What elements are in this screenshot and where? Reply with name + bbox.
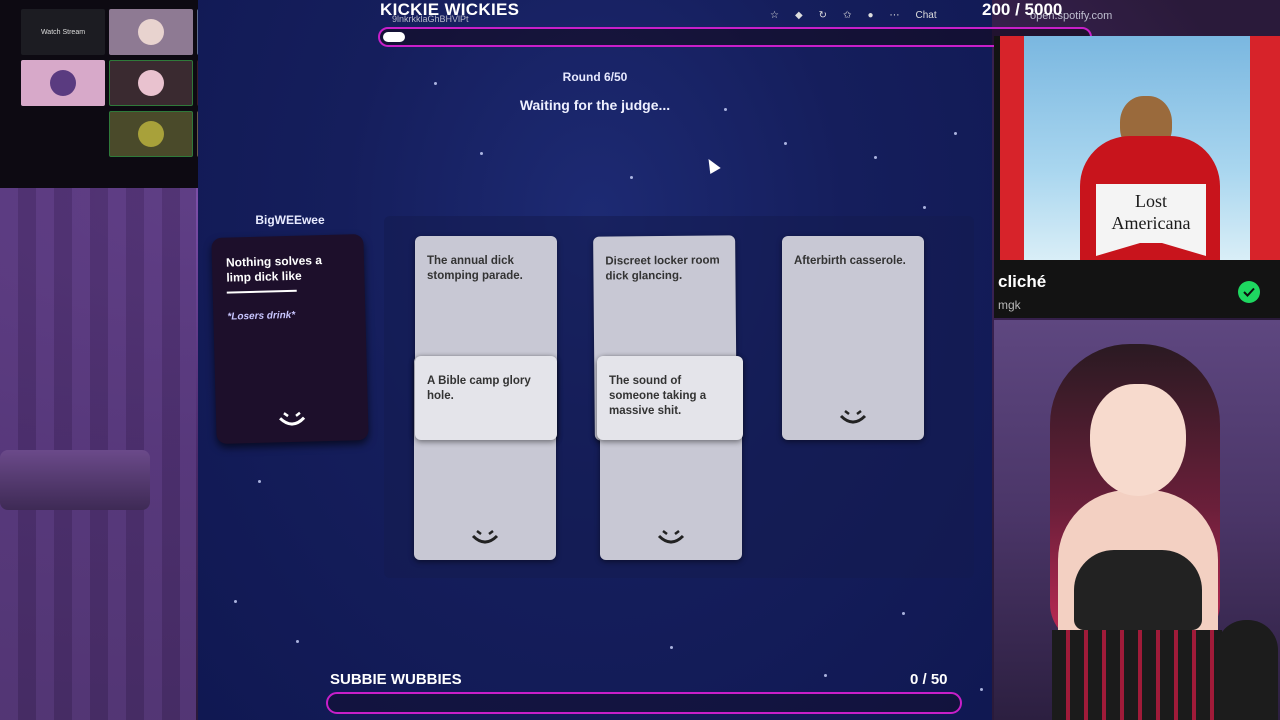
sub-goal-count: 0 / 50 — [910, 671, 948, 688]
avatar — [138, 70, 164, 96]
menu-icon[interactable]: ⋯ — [890, 10, 900, 21]
watch-stream-tile[interactable]: Watch Stream — [21, 9, 105, 55]
table-decoration — [0, 450, 150, 510]
webcam-tile — [109, 9, 193, 55]
answer-card[interactable]: Afterbirth casserole. — [782, 236, 924, 440]
prompt-card: Nothing solves a limp dick like *Losers … — [211, 234, 369, 444]
goal-progress-fill — [383, 32, 405, 42]
album-art: Lost Americana — [1000, 36, 1280, 260]
vtuber-avatar — [994, 320, 1280, 720]
prompt-rule: *Losers drink* — [227, 309, 296, 323]
extension-icon[interactable]: ◆ — [795, 10, 803, 21]
sub-goal-progress-bar — [326, 692, 962, 714]
goal-subtitle: 9lnkrkklaGhBHVlPt — [392, 14, 469, 24]
sub-goal-title: SUBBIE WUBBIES — [330, 671, 462, 688]
smile-logo-icon — [276, 410, 308, 429]
check-icon — [1238, 281, 1260, 303]
webcam-tile — [109, 60, 193, 106]
avatar — [138, 19, 164, 45]
round-counter: Round 6/50 — [562, 70, 628, 84]
refresh-icon[interactable]: ↻ — [819, 10, 827, 21]
vtuber-face — [1090, 384, 1186, 496]
answer-card[interactable]: A Bible camp glory hole. — [415, 356, 557, 440]
bookmark-icon[interactable]: ✩ — [843, 10, 851, 21]
smile-logo-icon — [469, 528, 501, 546]
avatar — [138, 121, 164, 147]
status-message: Waiting for the judge... — [519, 97, 671, 113]
chat-label[interactable]: Chat — [916, 10, 937, 21]
track-title: cliché — [998, 272, 1047, 291]
vtuber-outfit — [1074, 550, 1202, 630]
follower-goal-count: 200 / 5000 — [982, 0, 1063, 19]
answer-text: Discreet locker room dick glancing. — [605, 254, 720, 283]
vtuber-skirt — [1052, 630, 1222, 720]
answer-text: The annual dick stomping parade. — [427, 255, 523, 282]
smile-logo-icon — [655, 528, 687, 546]
answer-text: Afterbirth casserole. — [794, 255, 906, 267]
avatar — [50, 70, 76, 96]
answer-text: The sound of someone taking a massive sh… — [609, 375, 707, 417]
answer-card[interactable]: The sound of someone taking a massive sh… — [597, 356, 743, 440]
webcam-tile — [21, 60, 105, 106]
smile-logo-icon — [837, 408, 869, 426]
judge-player-name: BigWEEwee — [255, 213, 325, 227]
track-artist: mgk — [998, 298, 1021, 312]
prompt-blank — [226, 289, 297, 294]
prompt-text: Nothing solves a limp dick like — [225, 253, 323, 285]
cat-icon — [1216, 620, 1278, 720]
webcam-tile — [109, 111, 193, 157]
watch-stream-label: Watch Stream — [40, 28, 86, 36]
star-icon[interactable]: ☆ — [770, 10, 779, 21]
profile-icon[interactable]: ● — [867, 10, 873, 21]
follower-goal-progress-bar — [378, 27, 1092, 47]
browser-toolbar: ☆ ◆ ↻ ✩ ● ⋯ Chat — [770, 10, 937, 21]
answer-text: A Bible camp glory hole. — [427, 375, 531, 402]
